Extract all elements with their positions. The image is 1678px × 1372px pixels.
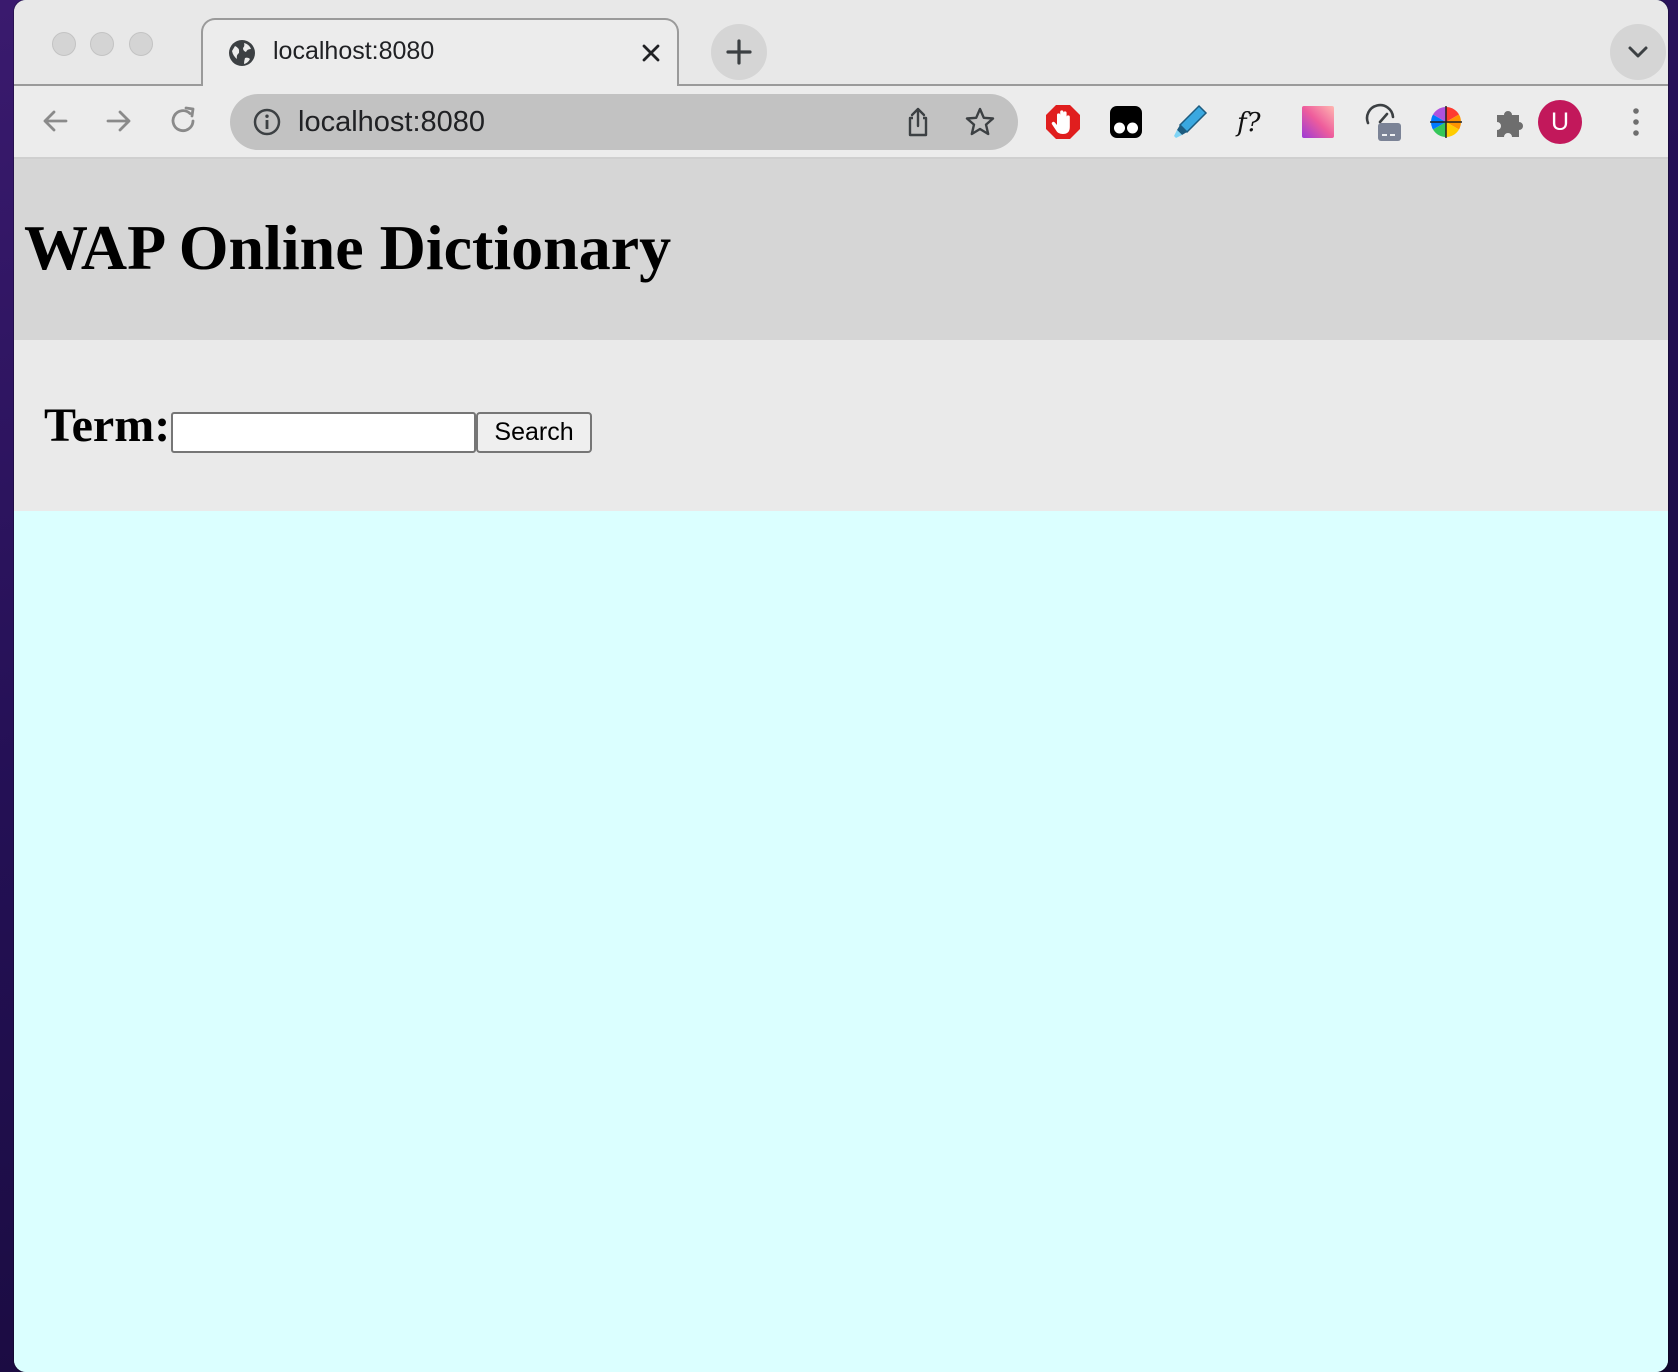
close-tab-icon[interactable] xyxy=(637,39,665,67)
reload-icon[interactable] xyxy=(166,104,200,138)
profile-avatar[interactable]: U xyxy=(1538,100,1582,144)
bookmark-star-icon[interactable] xyxy=(964,106,996,138)
info-icon[interactable] xyxy=(252,107,282,137)
page-content: WAP Online Dictionary Term: Search xyxy=(14,159,1668,1372)
maximize-window-button[interactable] xyxy=(129,32,153,56)
page-header: WAP Online Dictionary xyxy=(14,159,1668,340)
new-tab-button[interactable] xyxy=(711,24,767,80)
minimize-window-button[interactable] xyxy=(90,32,114,56)
browser-window: localhost:8080 localhost:8080 f? U WAP O… xyxy=(14,0,1668,1372)
term-label: Term: xyxy=(44,399,171,452)
tampermonkey-icon[interactable] xyxy=(1107,103,1145,141)
extensions-puzzle-icon[interactable] xyxy=(1491,103,1529,141)
tab-strip: localhost:8080 xyxy=(14,0,1668,88)
back-arrow-icon[interactable] xyxy=(38,104,72,138)
font-finder-icon[interactable]: f? xyxy=(1235,103,1273,141)
more-vert-icon[interactable] xyxy=(1624,104,1648,140)
page-title: WAP Online Dictionary xyxy=(24,212,672,283)
globe-icon xyxy=(229,40,255,66)
tab-localhost[interactable]: localhost:8080 xyxy=(201,18,679,88)
tab-title: localhost:8080 xyxy=(273,37,435,65)
forward-arrow-icon[interactable] xyxy=(102,104,136,138)
color-wheel-icon[interactable] xyxy=(1427,103,1465,141)
address-url: localhost:8080 xyxy=(298,106,486,138)
color-gradient-icon[interactable] xyxy=(1299,103,1337,141)
adblock-icon[interactable] xyxy=(1044,103,1082,141)
search-section: Term: Search xyxy=(14,340,1668,511)
plus-icon xyxy=(726,39,752,65)
browser-toolbar: localhost:8080 f? U xyxy=(14,86,1668,159)
term-input[interactable] xyxy=(171,412,476,453)
speed-test-icon[interactable] xyxy=(1363,103,1401,141)
share-icon[interactable] xyxy=(902,106,934,138)
chevron-down-icon xyxy=(1628,46,1648,58)
address-bar[interactable]: localhost:8080 xyxy=(230,94,1018,150)
svg-text:f?: f? xyxy=(1235,108,1262,138)
close-window-button[interactable] xyxy=(52,32,76,56)
highlighter-icon[interactable] xyxy=(1171,103,1209,141)
search-button[interactable]: Search xyxy=(476,412,592,453)
tab-search-button[interactable] xyxy=(1610,24,1666,80)
